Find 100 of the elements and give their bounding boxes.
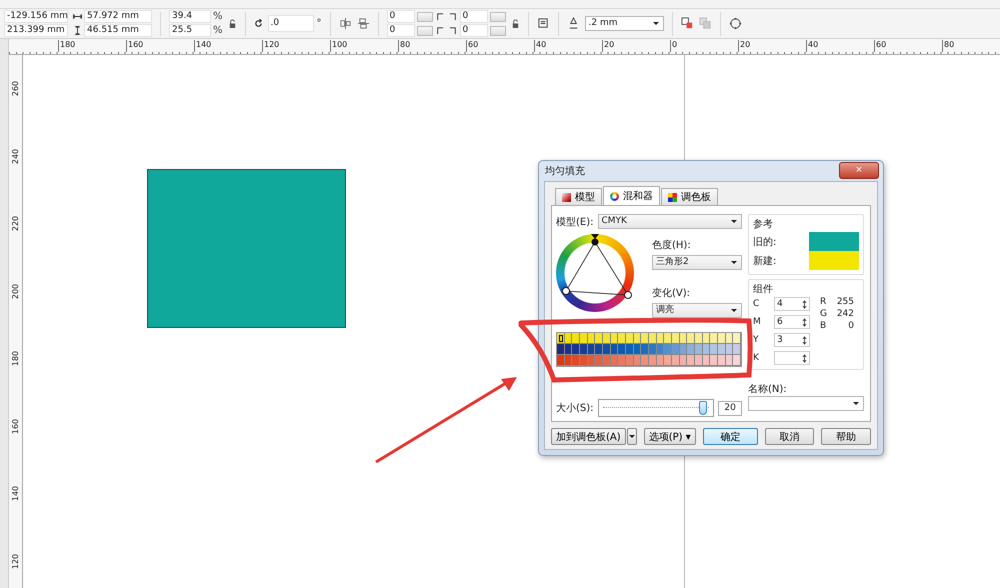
dialog-button[interactable]: 确定 xyxy=(702,428,758,445)
color-swatch[interactable] xyxy=(595,333,604,344)
color-swatch[interactable] xyxy=(687,344,696,355)
channel-field[interactable]: 6 xyxy=(774,315,810,329)
channel-field[interactable] xyxy=(774,351,810,365)
corner-radius-field[interactable]: 0 xyxy=(386,10,415,23)
wrap-icon[interactable] xyxy=(536,17,550,30)
arrange-front-icon[interactable] xyxy=(680,17,694,30)
lock-icon[interactable] xyxy=(510,19,520,28)
color-swatch[interactable] xyxy=(733,333,742,344)
dropdown-button[interactable] xyxy=(626,428,637,445)
y-position-field[interactable]: 213.399 mm xyxy=(4,24,68,37)
color-swatch[interactable] xyxy=(603,344,611,355)
color-swatch[interactable] xyxy=(649,333,657,344)
spin-buttons[interactable] xyxy=(416,12,433,22)
tab[interactable]: 调色板 xyxy=(661,188,718,205)
spin-icon[interactable] xyxy=(802,300,807,308)
color-swatch[interactable] xyxy=(710,344,718,355)
color-swatch[interactable] xyxy=(572,333,580,344)
color-swatch[interactable] xyxy=(672,344,680,355)
color-swatch[interactable] xyxy=(664,355,672,366)
color-swatch[interactable] xyxy=(618,333,626,344)
outline-width-dropdown[interactable]: .2 mm xyxy=(584,16,664,31)
color-swatch[interactable] xyxy=(580,344,588,355)
height-field[interactable]: 46.515 mm xyxy=(84,24,152,37)
width-icon xyxy=(73,12,82,21)
color-swatch[interactable] xyxy=(557,333,565,344)
ruler-label: 80 xyxy=(398,40,466,52)
color-swatch[interactable] xyxy=(649,355,657,366)
color-swatch[interactable] xyxy=(664,344,672,355)
dialog-button[interactable]: 选项(P) ▾ xyxy=(644,428,696,445)
color-swatch[interactable] xyxy=(672,333,680,344)
color-swatch[interactable] xyxy=(733,355,742,366)
color-swatch[interactable] xyxy=(695,333,703,344)
color-swatch[interactable] xyxy=(557,355,565,366)
name-dropdown[interactable] xyxy=(748,396,864,411)
spin-buttons[interactable] xyxy=(490,12,506,22)
color-swatch[interactable] xyxy=(557,344,565,355)
color-swatch[interactable] xyxy=(618,344,626,355)
color-swatch[interactable] xyxy=(695,344,703,355)
spin-icon[interactable] xyxy=(802,318,807,326)
mirror-horizontal-icon[interactable] xyxy=(338,17,352,30)
color-swatch[interactable] xyxy=(672,355,680,366)
tab[interactable]: 混和器 xyxy=(603,186,660,205)
spin-buttons[interactable] xyxy=(490,26,506,36)
ruler-label: 40 xyxy=(534,40,602,52)
color-swatch[interactable] xyxy=(595,344,604,355)
corner-radius-field[interactable]: 0 xyxy=(386,24,415,37)
color-swatch[interactable] xyxy=(695,355,703,366)
color-swatch[interactable] xyxy=(649,344,657,355)
corner-radius-field[interactable]: 0 xyxy=(460,10,488,23)
size-slider[interactable] xyxy=(598,399,714,417)
color-swatch[interactable] xyxy=(603,355,611,366)
color-swatch[interactable] xyxy=(641,333,650,344)
lock-icon[interactable] xyxy=(228,19,237,28)
mirror-vertical-icon[interactable] xyxy=(356,17,370,30)
ruler-label: 160 xyxy=(11,418,20,434)
color-swatch[interactable] xyxy=(572,355,580,366)
spin-icon[interactable] xyxy=(802,354,807,362)
spin-buttons[interactable] xyxy=(416,26,433,36)
dialog-button[interactable]: 取消 xyxy=(764,428,814,445)
node-circle-icon[interactable] xyxy=(728,17,742,30)
color-swatch[interactable] xyxy=(687,333,696,344)
tab[interactable]: 模型 xyxy=(555,188,602,205)
rotation-field[interactable]: .0 xyxy=(268,15,314,32)
color-swatch[interactable] xyxy=(626,355,634,366)
color-swatch[interactable] xyxy=(664,333,672,344)
color-swatch[interactable] xyxy=(572,344,580,355)
color-swatch[interactable] xyxy=(718,344,726,355)
dialog-button[interactable]: 帮助 xyxy=(821,428,871,445)
color-swatch[interactable] xyxy=(718,333,726,344)
color-swatch[interactable] xyxy=(687,355,696,366)
channel-field[interactable]: 3 xyxy=(774,333,810,347)
color-swatch[interactable] xyxy=(618,355,626,366)
variation-dropdown[interactable]: 调亮 xyxy=(652,303,742,318)
scale-y-field[interactable]: 25.5 xyxy=(169,24,211,37)
color-swatch[interactable] xyxy=(626,344,634,355)
hue-dropdown[interactable]: 三角形2 xyxy=(652,255,742,270)
width-field[interactable]: 57.972 mm xyxy=(84,10,152,23)
color-swatch[interactable] xyxy=(580,333,588,344)
dialog-button[interactable]: 加到调色板(A) xyxy=(551,428,626,445)
color-swatch[interactable] xyxy=(710,333,718,344)
variation-label: 变化(V): xyxy=(652,286,692,300)
color-swatch[interactable] xyxy=(641,344,650,355)
color-swatch[interactable] xyxy=(595,355,604,366)
color-swatch[interactable] xyxy=(603,333,611,344)
spin-icon[interactable] xyxy=(802,336,807,344)
color-swatch[interactable] xyxy=(580,355,588,366)
ruler-label: 20 xyxy=(738,40,806,52)
color-swatch[interactable] xyxy=(626,333,634,344)
corner-radius-field[interactable]: 0 xyxy=(460,24,488,37)
scale-x-field[interactable]: 39.4 xyxy=(169,10,211,23)
model-dropdown[interactable]: CMYK xyxy=(598,214,742,229)
color-swatch[interactable] xyxy=(733,344,742,355)
color-swatch[interactable] xyxy=(710,355,718,366)
color-swatch[interactable] xyxy=(718,355,726,366)
x-position-field[interactable]: -129.156 mm xyxy=(4,10,68,23)
color-swatch[interactable] xyxy=(641,355,650,366)
size-field[interactable]: 20 xyxy=(718,400,742,416)
channel-field[interactable]: 4 xyxy=(774,297,810,311)
